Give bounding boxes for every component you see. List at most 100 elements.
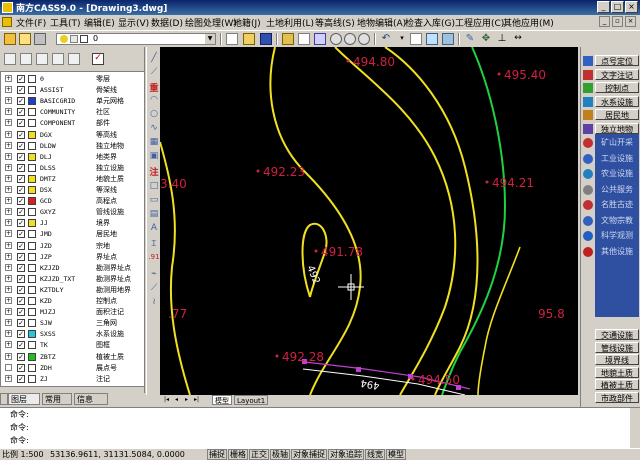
feature-icon[interactable] — [583, 153, 593, 164]
layer-color-swatch[interactable] — [28, 285, 36, 294]
layer-filter-icon[interactable] — [52, 53, 64, 65]
text-icon[interactable]: A — [148, 223, 160, 234]
layer-row[interactable]: + ✓ JJ 境界 — [1, 218, 144, 228]
feature-icon[interactable] — [583, 231, 593, 241]
feature-button[interactable]: 文字注记 — [595, 68, 639, 80]
feature-button[interactable]: 管线设施 — [595, 341, 639, 353]
feature-button[interactable]: 独立地物 — [595, 122, 639, 134]
expand-toggle[interactable]: + — [5, 108, 12, 116]
layer-visibility-checkbox[interactable]: ✓ — [17, 141, 25, 150]
layer-color-swatch[interactable] — [28, 197, 36, 206]
feature-icon[interactable] — [583, 69, 593, 80]
layer-visibility-checkbox[interactable]: ✓ — [17, 263, 25, 272]
document-icon[interactable] — [2, 17, 12, 27]
layer-visibility-checkbox[interactable]: ✓ — [17, 130, 25, 139]
menu-tools[interactable]: 工具(T) — [50, 16, 81, 29]
layer-row[interactable]: + ✓ TK 图框 — [1, 340, 144, 350]
menu-other[interactable]: 其他应用(M) — [503, 16, 554, 29]
pencil-icon[interactable]: ✎ — [464, 33, 476, 45]
layer-visibility-checkbox[interactable]: ✓ — [17, 108, 25, 117]
layer-visibility-checkbox[interactable]: ✓ — [17, 97, 25, 106]
menu-drawing[interactable]: 绘图处理(W) — [185, 16, 237, 29]
menu-data[interactable]: 数据(D) — [151, 16, 183, 29]
design-center-icon[interactable] — [426, 33, 438, 45]
open-file-icon[interactable] — [243, 33, 255, 45]
expand-toggle[interactable]: + — [5, 263, 12, 271]
feature-icon[interactable] — [583, 123, 593, 134]
menu-edit[interactable]: 编辑(E) — [84, 16, 115, 29]
command-area[interactable]: 命令: 命令: 命令: — [0, 407, 640, 449]
feature-button[interactable]: 市政部件 — [595, 391, 639, 403]
layer-visibility-checkbox[interactable]: ✓ — [17, 119, 25, 128]
feature-icon[interactable] — [583, 56, 593, 66]
layer-visibility-checkbox[interactable]: ✓ — [17, 152, 25, 161]
expand-toggle[interactable]: + — [5, 297, 12, 304]
layer-previous-icon[interactable] — [34, 33, 46, 45]
layer-visibility-checkbox[interactable]: ✓ — [17, 352, 25, 361]
feature-icon[interactable] — [583, 200, 593, 210]
feature-icon[interactable] — [583, 83, 593, 93]
feature-category-item[interactable]: 公共服务 — [595, 183, 639, 195]
toggle-snap[interactable]: 捕捉 — [207, 449, 227, 460]
feature-button[interactable]: 居民地 — [595, 109, 639, 120]
feature-button[interactable]: 控制点 — [595, 82, 639, 93]
toggle-model[interactable]: 模型 — [386, 449, 406, 460]
expand-toggle[interactable]: + — [5, 241, 12, 249]
properties-icon[interactable] — [410, 33, 422, 45]
layer-color-swatch[interactable] — [28, 352, 36, 361]
expand-toggle[interactable]: + — [5, 274, 12, 282]
menu-view[interactable]: 显示(V) — [118, 16, 149, 29]
layer-color-swatch[interactable] — [28, 297, 36, 305]
menu-land-use[interactable]: 土地利用(L) — [266, 16, 314, 29]
layer-row[interactable]: + ✓ KZJZD_TXT 勘测界址点 — [1, 274, 144, 284]
toggle-grid[interactable]: 栅格 — [228, 449, 248, 460]
layer-color-swatch[interactable] — [28, 308, 36, 317]
layer-row[interactable]: + ✓ JZP 界址点 — [1, 252, 144, 262]
menu-feature-edit[interactable]: 地物编辑(A) — [357, 16, 406, 29]
layer-color-swatch[interactable] — [28, 75, 36, 83]
distance-icon[interactable]: ↔ — [512, 33, 524, 45]
expand-toggle[interactable]: + — [5, 141, 12, 149]
save-icon[interactable] — [260, 33, 272, 45]
layer-color-swatch[interactable] — [28, 108, 36, 117]
point-icon[interactable]: Ꮖ — [148, 239, 160, 250]
print-icon[interactable] — [298, 33, 310, 45]
tab-layout1[interactable]: Layout1 — [234, 395, 269, 405]
expand-toggle[interactable]: + — [5, 152, 12, 160]
layer-row[interactable]: + ✓ 0 零层 — [1, 74, 144, 84]
layer-color-swatch[interactable] — [28, 208, 36, 217]
prev-layout-icon[interactable]: ◂ — [172, 396, 181, 404]
feature-button[interactable]: 地貌土质 — [595, 366, 639, 378]
layer-color-swatch[interactable] — [28, 86, 36, 95]
toggle-lineweight[interactable]: 线宽 — [365, 449, 385, 460]
curve-icon[interactable]: ≀ — [148, 297, 160, 308]
rebuild-icon[interactable]: 重 — [148, 81, 160, 94]
expand-toggle[interactable]: + — [5, 374, 12, 382]
feature-category-item[interactable]: 工业设施 — [595, 152, 639, 164]
block-icon[interactable]: ▣ — [148, 151, 160, 162]
set-current-layer-icon[interactable] — [36, 53, 48, 65]
layer-row[interactable]: + ✓ SJW 三角网 — [1, 318, 144, 328]
feature-icon[interactable] — [583, 215, 593, 226]
layer-color-swatch[interactable] — [28, 141, 36, 150]
expand-toggle[interactable]: + — [5, 97, 12, 105]
layer-color-swatch[interactable] — [28, 363, 36, 372]
zoom-window-icon[interactable] — [344, 33, 356, 45]
layer-row[interactable]: + ✓ COMMUNITY 社区 — [1, 107, 144, 117]
layer-row[interactable]: + ✓ ZJ 注记 — [1, 374, 144, 384]
layer-settings-icon[interactable] — [68, 53, 80, 65]
feature-button[interactable]: 植被土质 — [595, 379, 639, 390]
match-properties-icon[interactable] — [282, 33, 294, 45]
expand-toggle[interactable]: + — [5, 230, 12, 238]
app-icon[interactable] — [2, 2, 13, 13]
command-scrollbar[interactable] — [630, 408, 640, 449]
expand-toggle[interactable]: + — [5, 352, 12, 360]
feature-icon[interactable] — [583, 246, 593, 257]
measure-icon[interactable]: ⊥ — [496, 33, 508, 45]
doc-minimize-button[interactable]: _ — [599, 16, 610, 27]
expand-toggle[interactable]: + — [5, 86, 12, 94]
new-layer-icon[interactable] — [4, 53, 16, 65]
expand-toggle[interactable]: + — [5, 174, 12, 182]
undo-icon[interactable]: ↶ — [380, 33, 392, 45]
tab-info[interactable]: 信息 — [74, 393, 108, 405]
